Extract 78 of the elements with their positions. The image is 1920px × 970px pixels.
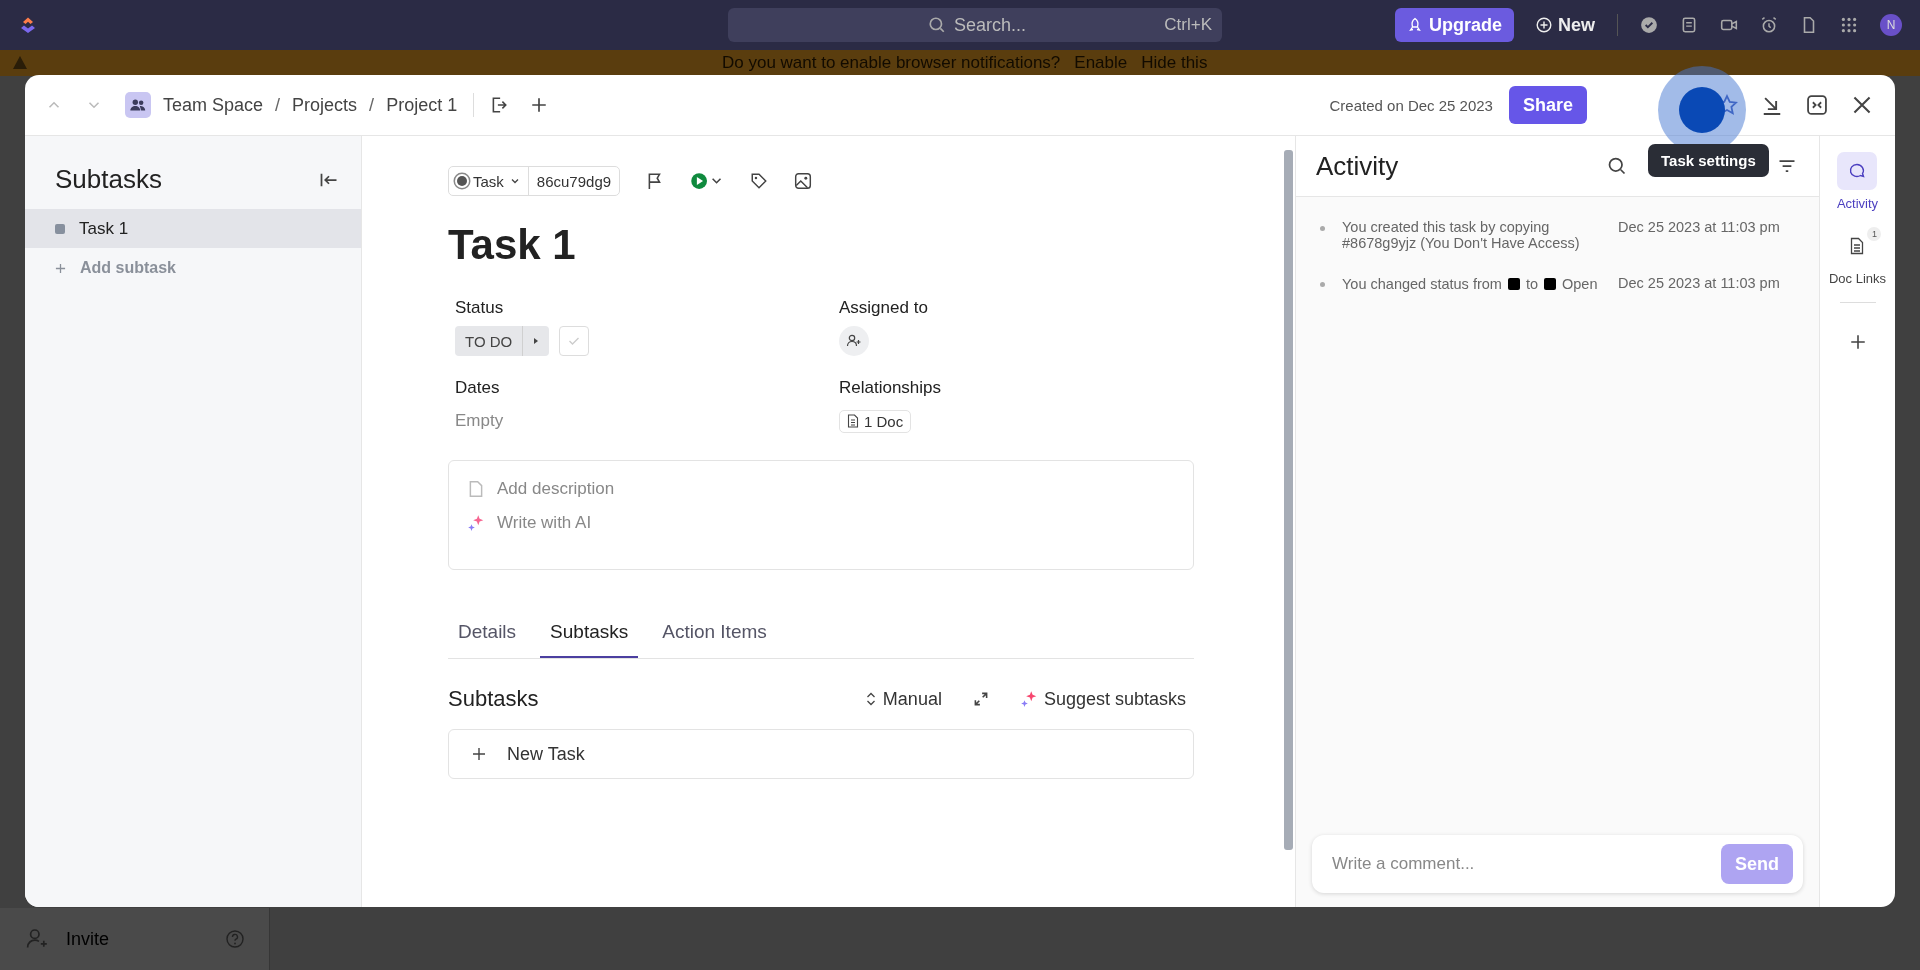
caret-icon <box>509 176 520 186</box>
document-icon <box>1849 237 1866 255</box>
complete-checkbox[interactable] <box>559 326 590 357</box>
rail-tab[interactable]: 1 Doc Links <box>1828 227 1887 286</box>
plus-icon[interactable] <box>530 96 549 114</box>
page-icon <box>467 480 485 499</box>
breadcrumb-separator: / <box>275 94 281 116</box>
image-icon[interactable] <box>794 172 813 190</box>
rocket-icon <box>1406 17 1423 33</box>
warning-icon <box>12 55 28 71</box>
activity-text: to <box>1525 276 1538 292</box>
search-icon[interactable] <box>1607 156 1627 176</box>
description-box[interactable]: Add description Write with AI <box>448 460 1194 571</box>
collapse-panel-icon[interactable] <box>1806 94 1828 116</box>
upgrade-button[interactable]: Upgrade <box>1394 8 1514 42</box>
search-field[interactable]: Search... Ctrl+K <box>728 8 1222 42</box>
activity-text: You created this task by copying #8678g9yjz (You Don't Have Access) <box>1342 219 1581 251</box>
bullet-dot <box>1320 281 1325 287</box>
activity-time: Dec 25 2023 at 11:03 pm <box>1618 275 1780 293</box>
breadcrumb-separator: / <box>369 94 375 116</box>
check-circle-icon[interactable] <box>1640 16 1658 34</box>
dates-value[interactable]: Empty <box>455 411 504 432</box>
new-task-button[interactable]: New Task <box>448 729 1194 780</box>
section-tab[interactable]: Details <box>448 608 527 659</box>
description-placeholder: Add description <box>497 479 615 500</box>
shortcut-label: Ctrl+K <box>1164 15 1212 35</box>
subtask-item[interactable]: Task 1 <box>25 209 361 248</box>
suggest-subtasks-button[interactable]: Suggest subtasks <box>1011 688 1194 710</box>
tag-icon[interactable] <box>750 172 769 190</box>
sparkle-icon <box>467 514 485 533</box>
sparkle-icon <box>1019 690 1038 709</box>
section-title: Subtasks <box>448 686 539 713</box>
sort-button[interactable]: Manual <box>856 688 950 710</box>
close-icon[interactable] <box>1851 94 1873 116</box>
activity-time: Dec 25 2023 at 11:03 pm <box>1618 219 1780 237</box>
scrollbar[interactable] <box>1284 150 1293 850</box>
comment-field[interactable]: Write a comment... Send <box>1312 835 1803 893</box>
doc-chip[interactable]: 1 Doc <box>839 409 912 433</box>
breadcrumb-link[interactable]: Project 1 <box>386 94 458 116</box>
search-placeholder: Search... <box>954 14 1028 36</box>
created-date: Created on Dec 25 2023 <box>1329 96 1493 114</box>
comment-placeholder: Write a comment... <box>1332 854 1476 874</box>
apps-grid-icon[interactable] <box>1840 16 1858 34</box>
add-assignee-button[interactable] <box>839 326 869 357</box>
field-label: Status <box>455 298 505 319</box>
task-title[interactable]: Task 1 <box>448 222 1194 269</box>
plus-icon <box>55 262 66 274</box>
task-type-control[interactable]: Task 86cu79dg9 <box>448 166 621 196</box>
plus-circle-icon <box>1536 17 1552 33</box>
field-label: Dates <box>455 378 501 399</box>
banner-text: Do you want to enable browser notifications? <box>722 53 1061 73</box>
activity-text: Open <box>1562 276 1598 292</box>
comment-icon <box>1848 162 1867 180</box>
tooltip: Task settings <box>1648 144 1769 177</box>
bullet-dot <box>1320 225 1325 231</box>
document-icon <box>847 414 859 429</box>
write-with-ai-link[interactable]: Write with AI <box>497 513 592 534</box>
alarm-clock-icon[interactable] <box>1760 16 1778 34</box>
panel-title: Subtasks <box>55 164 163 195</box>
exit-icon[interactable] <box>490 96 509 114</box>
share-button[interactable]: Share <box>1508 86 1587 124</box>
field-label: Assigned to <box>839 298 929 319</box>
plus-icon <box>471 746 487 763</box>
activity-title: Activity <box>1316 150 1399 182</box>
notepad-icon[interactable] <box>1680 16 1698 34</box>
status-dropdown[interactable]: TO DO <box>455 326 550 357</box>
field-label: Relationships <box>839 378 943 399</box>
breadcrumb-link[interactable]: Team Space <box>163 94 264 116</box>
activity-text: You changed status from <box>1342 276 1502 292</box>
section-tab[interactable]: Subtasks <box>540 608 639 659</box>
breadcrumb-link[interactable]: Projects <box>292 94 358 116</box>
plus-icon[interactable] <box>1848 333 1867 351</box>
search-icon <box>928 16 946 34</box>
section-tab[interactable]: Action Items <box>652 608 777 659</box>
team-icon <box>125 92 151 118</box>
sort-icon <box>864 691 877 708</box>
user-avatar[interactable]: N <box>1880 14 1902 36</box>
new-button[interactable]: New <box>1536 14 1595 36</box>
